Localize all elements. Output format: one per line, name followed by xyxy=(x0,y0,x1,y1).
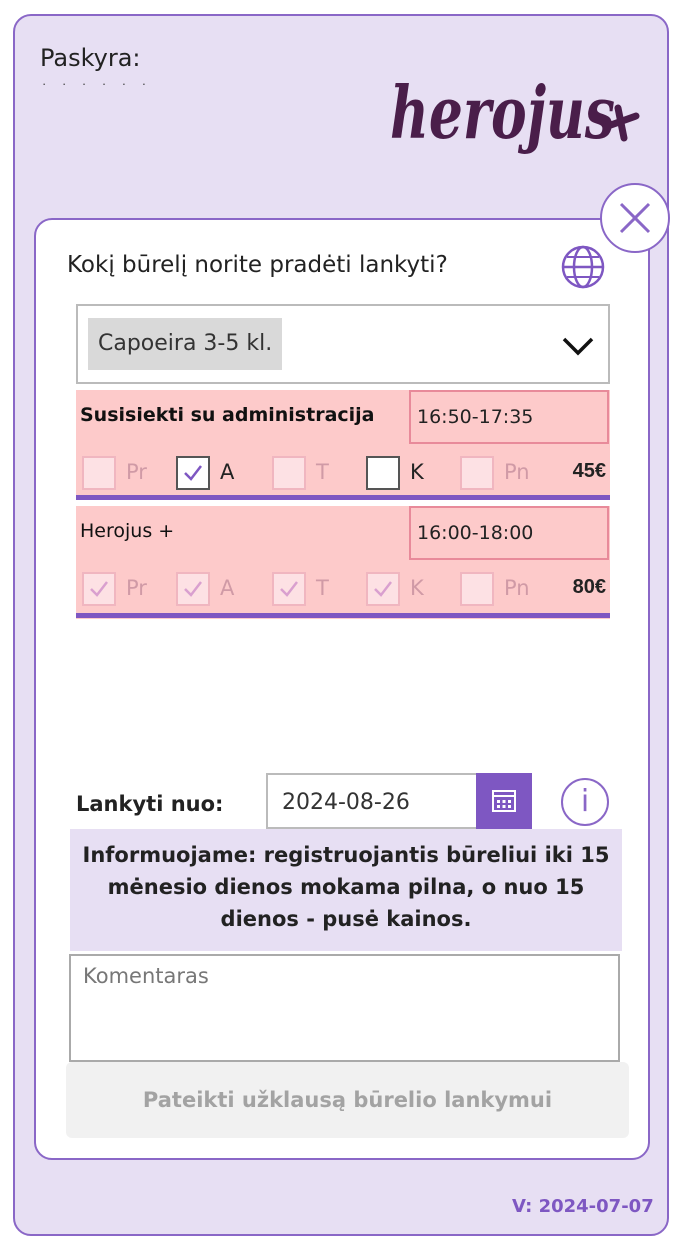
day-checkbox[interactable] xyxy=(272,456,306,490)
account-name: · · · · · · xyxy=(42,76,153,91)
svg-text:herojus: herojus xyxy=(390,70,615,155)
start-date-label: Lankyti nuo: xyxy=(76,792,224,816)
day-checkbox[interactable] xyxy=(82,456,116,490)
group-divider xyxy=(76,495,610,500)
day-label: Pn xyxy=(504,460,530,484)
group-time: 16:50-17:35 xyxy=(409,390,609,444)
day-label: T xyxy=(316,576,329,600)
group-option-2[interactable]: Herojus + 16:00-18:00 Pr A T K Pn 80€ xyxy=(76,506,610,619)
day-label: Pr xyxy=(126,576,147,600)
start-date-input[interactable]: 2024-08-26 xyxy=(266,773,476,829)
account-label: Paskyra: xyxy=(40,44,141,72)
group-option-1[interactable]: Susisiekti su administracija 16:50-17:35… xyxy=(76,390,610,500)
activity-select-value: Capoeira 3-5 kl. xyxy=(88,318,283,370)
group-time: 16:00-18:00 xyxy=(409,506,609,560)
chevron-down-icon xyxy=(562,337,594,356)
close-button[interactable] xyxy=(600,183,670,253)
day-label: K xyxy=(410,460,424,484)
day-checkbox[interactable] xyxy=(460,572,494,606)
day-label: K xyxy=(410,576,424,600)
check-icon xyxy=(374,581,392,597)
question-heading: Kokį būrelį norite pradėti lankyti? xyxy=(67,252,448,278)
globe-icon[interactable] xyxy=(559,243,607,291)
day-checkbox[interactable] xyxy=(460,456,494,490)
weekday-row: Pr A T K Pn 80€ xyxy=(76,570,610,610)
activity-select[interactable]: Capoeira 3-5 kl. xyxy=(76,304,610,384)
close-icon xyxy=(619,202,651,234)
check-icon xyxy=(280,581,298,597)
day-checkbox[interactable] xyxy=(366,572,400,606)
day-label: T xyxy=(316,460,329,484)
day-checkbox[interactable] xyxy=(82,572,116,606)
day-checkbox[interactable] xyxy=(366,456,400,490)
payment-notice: Informuojame: registruojantis būreliui i… xyxy=(70,829,622,951)
day-checkbox[interactable] xyxy=(176,572,210,606)
group-divider xyxy=(76,613,610,618)
info-icon[interactable]: i xyxy=(561,778,609,826)
herojus-logo: herojus xyxy=(390,70,640,155)
day-label: A xyxy=(220,460,235,484)
group-price: 45€ xyxy=(572,460,606,482)
calendar-icon xyxy=(492,790,516,812)
group-name: Herojus + xyxy=(80,520,175,542)
day-label: A xyxy=(220,576,235,600)
version-label: V: 2024-07-07 xyxy=(512,1196,654,1217)
day-checkbox[interactable] xyxy=(176,456,210,490)
calendar-button[interactable] xyxy=(476,773,532,829)
group-name: Susisiekti su administracija xyxy=(80,404,375,426)
check-icon xyxy=(184,581,202,597)
check-icon xyxy=(184,465,202,481)
day-label: Pn xyxy=(504,576,530,600)
check-icon xyxy=(90,581,108,597)
day-checkbox[interactable] xyxy=(272,572,306,606)
submit-button[interactable]: Pateikti užklausą būrelio lankymui xyxy=(66,1062,629,1138)
group-price: 80€ xyxy=(572,576,606,598)
comment-field[interactable] xyxy=(69,954,620,1062)
day-label: Pr xyxy=(126,460,147,484)
weekday-row: Pr A T K Pn 45€ xyxy=(76,454,610,494)
